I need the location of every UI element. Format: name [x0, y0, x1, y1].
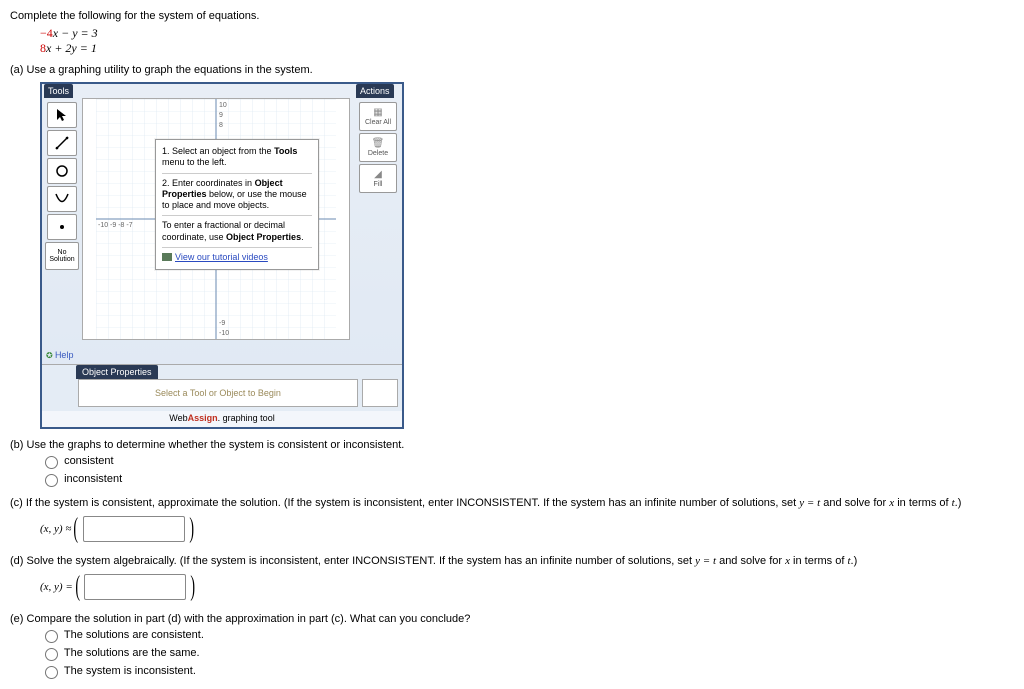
no-solution-button[interactable]: No Solution	[45, 242, 79, 270]
instr3-c: .	[301, 232, 304, 242]
part-e-text: (e) Compare the solution in part (d) wit…	[10, 613, 1014, 625]
object-properties-panel: Object Properties Select a Tool or Objec…	[42, 364, 402, 411]
clear-icon: ▦	[360, 107, 396, 118]
point-tool-icon[interactable]	[47, 214, 77, 240]
left-paren-icon: (	[74, 513, 79, 545]
help-link[interactable]: Help	[44, 350, 80, 360]
label-inconsistent: inconsistent	[64, 473, 122, 485]
label-e1: The solutions are consistent.	[64, 629, 204, 641]
radio-e3[interactable]	[45, 666, 58, 679]
instr3-b: Object Properties	[226, 232, 301, 242]
part-c-xy-label: (x, y) ≈	[40, 523, 71, 535]
instr1-b: Tools	[274, 146, 297, 156]
part-d-text: (d) Solve the system algebraically. (If …	[10, 555, 1014, 567]
trash-icon: 🗑	[360, 138, 396, 149]
instr2-a: 2. Enter coordinates in	[162, 178, 255, 188]
actions-panel: Actions ▦Clear All 🗑Delete ◢Fill	[354, 84, 402, 364]
question-header: Complete the following for the system of…	[10, 10, 1014, 22]
object-properties-placeholder: Select a Tool or Object to Begin	[78, 379, 358, 407]
graph-canvas[interactable]: -10 -9 -8 -7 7 8 9 10 10 9 8 -9 -10 1. S…	[82, 98, 350, 340]
instruction-overlay: 1. Select an object from the Tools menu …	[155, 139, 319, 270]
clear-all-button[interactable]: ▦Clear All	[359, 102, 397, 131]
pointer-tool-icon[interactable]	[47, 102, 77, 128]
radio-consistent[interactable]	[45, 456, 58, 469]
eq2-rest: x + 2y = 1	[46, 41, 97, 55]
radio-e1[interactable]	[45, 630, 58, 643]
svg-text:9: 9	[219, 112, 223, 119]
svg-text:-10: -10	[219, 330, 229, 337]
right-paren-icon: )	[189, 513, 194, 545]
fill-icon: ◢	[360, 169, 396, 180]
svg-text:-9: -9	[219, 320, 225, 327]
part-b-text: (b) Use the graphs to determine whether …	[10, 439, 1014, 451]
equation-block: −4x − y = 3 8x + 2y = 1	[40, 26, 1014, 56]
graphing-tool: Tools No Solution Help	[40, 82, 404, 429]
tools-panel: Tools No Solution Help	[42, 84, 82, 364]
svg-text:8: 8	[219, 122, 223, 129]
axis-neg-ticks: -10 -9 -8 -7	[98, 222, 133, 229]
parabola-tool-icon[interactable]	[47, 186, 77, 212]
part-a-text: (a) Use a graphing utility to graph the …	[10, 64, 1014, 76]
right-paren-icon: )	[190, 571, 195, 603]
radio-e2[interactable]	[45, 648, 58, 661]
instr1-c: menu to the left.	[162, 157, 227, 167]
instr1-a: 1. Select an object from the	[162, 146, 274, 156]
label-consistent: consistent	[64, 455, 114, 467]
eq1-rest: x − y = 3	[53, 26, 98, 40]
label-e3: The system is inconsistent.	[64, 665, 196, 677]
object-properties-tab: Object Properties	[76, 365, 158, 379]
tutorial-link[interactable]: View our tutorial videos	[175, 252, 268, 262]
radio-inconsistent[interactable]	[45, 474, 58, 487]
label-e2: The solutions are the same.	[64, 647, 200, 659]
tool-footer: WebWebAssignAssign. graphing tool	[42, 411, 402, 427]
fill-button[interactable]: ◢Fill	[359, 164, 397, 193]
circle-tool-icon[interactable]	[47, 158, 77, 184]
actions-tab-label: Actions	[356, 84, 394, 98]
part-d-xy-label: (x, y) =	[40, 581, 73, 593]
line-tool-icon[interactable]	[47, 130, 77, 156]
tools-tab-label: Tools	[44, 84, 73, 98]
part-c-answer-input[interactable]	[83, 516, 185, 542]
svg-text:10: 10	[219, 102, 227, 109]
delete-button[interactable]: 🗑Delete	[359, 133, 397, 162]
part-d-answer-input[interactable]	[84, 574, 186, 600]
object-properties-preview	[362, 379, 398, 407]
left-paren-icon: (	[75, 571, 80, 603]
part-c-text: (c) If the system is consistent, approxi…	[10, 497, 1014, 509]
video-icon	[162, 253, 172, 261]
eq1-coef: −4	[40, 26, 53, 40]
